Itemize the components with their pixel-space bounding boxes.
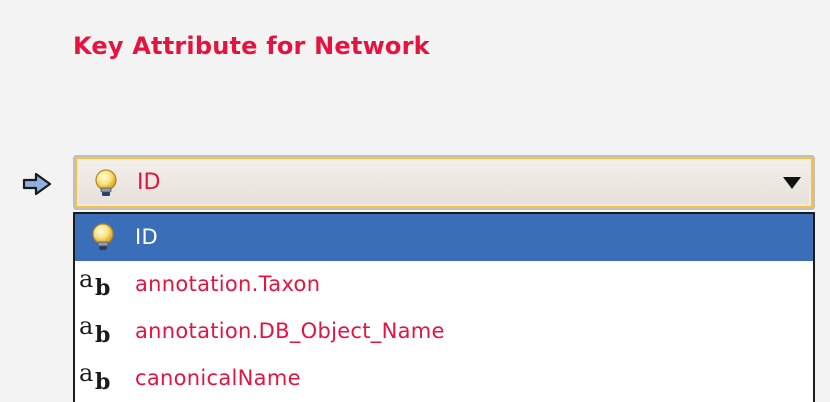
combobox-body xyxy=(79,161,809,204)
attribute-dropdown-list[interactable]: ID ab annotation.Taxon ab annotation.DB_… xyxy=(73,212,815,402)
right-arrow-icon xyxy=(22,172,52,196)
attribute-panel: Key Attribute for Network ID ID a b anno… xyxy=(0,0,830,402)
section-title: Key Attribute for Network xyxy=(73,32,430,60)
option-label: canonicalName xyxy=(135,366,301,390)
dropdown-option-id[interactable]: ID xyxy=(75,214,813,261)
option-label: annotation.DB_Object_Name xyxy=(135,319,445,343)
lightbulb-icon xyxy=(92,223,114,250)
dropdown-option-canonical-name[interactable]: ab canonicalName xyxy=(75,355,813,402)
string-type-icon: ab xyxy=(79,265,111,301)
key-attribute-combobox[interactable]: ID xyxy=(73,155,815,210)
option-label: ID xyxy=(135,225,158,249)
string-type-icon: ab xyxy=(79,359,111,395)
dropdown-option-annotation-db-object-name[interactable]: ab annotation.DB_Object_Name xyxy=(75,308,813,355)
dropdown-option-annotation-taxon[interactable]: ab annotation.Taxon xyxy=(75,261,813,308)
option-label: annotation.Taxon xyxy=(135,272,321,296)
combobox-selected-value: ID xyxy=(137,170,161,195)
string-type-icon: ab xyxy=(79,312,111,348)
lightbulb-icon xyxy=(95,169,117,196)
chevron-down-icon[interactable] xyxy=(783,177,801,189)
